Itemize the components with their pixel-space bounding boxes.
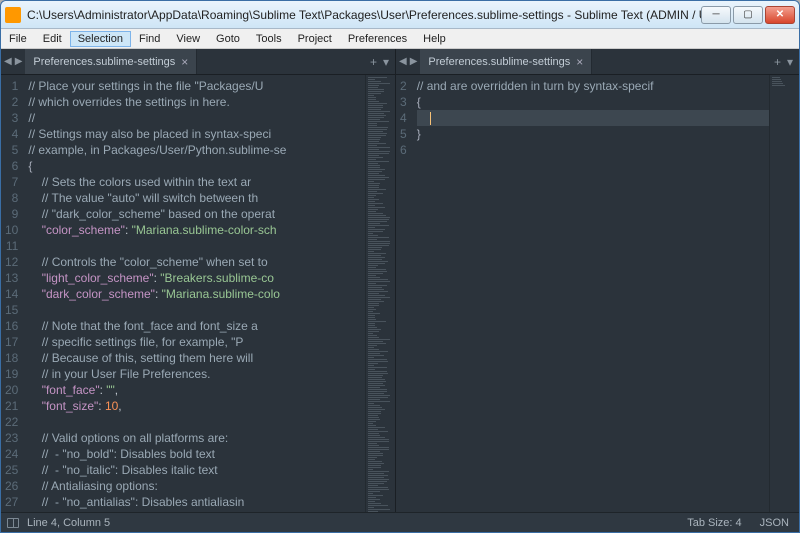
tab-close-icon[interactable]: × [576,55,583,69]
minimap-right[interactable] [769,75,799,512]
menu-tools[interactable]: Tools [248,31,290,47]
titlebar[interactable]: C:\Users\Administrator\AppData\Roaming\S… [1,1,799,29]
menu-file[interactable]: File [1,31,35,47]
new-tab-icon[interactable]: + [370,55,377,69]
code-right[interactable]: // and are overridden in turn by syntax-… [413,75,769,512]
menu-project[interactable]: Project [290,31,340,47]
status-syntax[interactable]: JSON [760,517,789,529]
tab-close-icon[interactable]: × [181,55,188,69]
code-area-right[interactable]: 23456 // and are overridden in turn by s… [396,75,799,512]
code-left[interactable]: // Place your settings in the file "Pack… [24,75,365,512]
menu-help[interactable]: Help [415,31,454,47]
minimap-left[interactable] [365,75,395,512]
nav-back-icon[interactable]: ◀ [4,56,12,67]
app-window: C:\Users\Administrator\AppData\Roaming\S… [0,0,800,533]
tabbar-right: ◀ ▶ Preferences.sublime-settings × + ▾ [396,49,799,75]
menu-find[interactable]: Find [131,31,168,47]
nav-back-icon[interactable]: ◀ [399,56,407,67]
nav-fwd-icon[interactable]: ▶ [15,56,23,67]
tab-menu-icon[interactable]: ▾ [383,55,389,69]
panel-switcher-icon[interactable] [7,518,19,528]
code-area-left[interactable]: 1234567891011121314151617181920212223242… [1,75,395,512]
nav-fwd-icon[interactable]: ▶ [410,56,418,67]
tab-nav-arrows[interactable]: ◀ ▶ [396,49,420,74]
menu-selection[interactable]: Selection [70,31,131,47]
tab-menu-icon[interactable]: ▾ [787,55,793,69]
tab-actions: + ▾ [370,49,395,74]
menubar: File Edit Selection Find View Goto Tools… [1,29,799,49]
minimize-button[interactable]: ─ [701,6,731,24]
window-buttons: ─ ▢ ✕ [701,6,795,24]
menu-edit[interactable]: Edit [35,31,70,47]
tab-nav-arrows[interactable]: ◀ ▶ [1,49,25,74]
statusbar: Line 4, Column 5 Tab Size: 4 JSON [1,512,799,532]
gutter-right: 23456 [396,75,413,512]
menu-view[interactable]: View [168,31,208,47]
pane-right: ◀ ▶ Preferences.sublime-settings × + ▾ 2… [396,49,799,512]
menu-goto[interactable]: Goto [208,31,248,47]
tab-label: Preferences.sublime-settings [33,56,175,68]
app-icon [5,7,21,23]
new-tab-icon[interactable]: + [774,55,781,69]
pane-left: ◀ ▶ Preferences.sublime-settings × + ▾ 1… [1,49,396,512]
menu-preferences[interactable]: Preferences [340,31,415,47]
status-tabsize[interactable]: Tab Size: 4 [687,517,741,529]
tab-right[interactable]: Preferences.sublime-settings × [420,49,592,74]
editor-area: ◀ ▶ Preferences.sublime-settings × + ▾ 1… [1,49,799,512]
tab-label: Preferences.sublime-settings [428,56,570,68]
tab-actions: + ▾ [774,49,799,74]
status-position[interactable]: Line 4, Column 5 [27,517,110,529]
window-title: C:\Users\Administrator\AppData\Roaming\S… [27,8,701,22]
tab-left[interactable]: Preferences.sublime-settings × [25,49,197,74]
tabbar-left: ◀ ▶ Preferences.sublime-settings × + ▾ [1,49,395,75]
close-button[interactable]: ✕ [765,6,795,24]
maximize-button[interactable]: ▢ [733,6,763,24]
gutter-left: 1234567891011121314151617181920212223242… [1,75,24,512]
